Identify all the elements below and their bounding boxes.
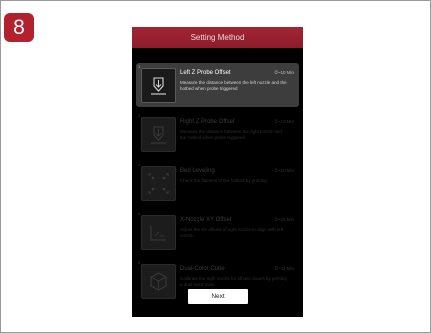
setting-method-list: 1 Left Z Probe Offset ⏱~10 Min Measure t… [132,63,303,308]
item-title: Bed Leveling [180,168,215,174]
item-duration: ⏱~15 Min [274,217,294,222]
item-number: 4 [138,211,141,216]
item-duration: ⏱~10 Min [274,168,294,173]
item-number: 1 [138,64,141,69]
item-duration: ⏱~11 Min [274,266,294,271]
item-title: Right Z Probe Offset [180,119,235,125]
probe-offset-icon [141,117,176,152]
item-duration: ⏱~10 Min [274,119,294,124]
item-description: Check the flatness of the hotbed by prob… [180,178,267,183]
screenshot-frame: 8 Setting Method 1 Left Z Probe Offset ⏱… [0,0,431,333]
item-duration: ⏱~10 Min [274,70,294,75]
cube-icon [141,264,176,299]
probe-offset-icon [141,68,176,103]
item-title: Left Z Probe Offset [180,70,231,76]
method-item-bed-leveling[interactable]: 3 Bed Leveling ⏱~10 Min Check the flatne… [136,161,299,205]
screen-title: Setting Method [190,33,245,42]
item-number: 3 [138,162,141,167]
method-item-left-z-probe-offset[interactable]: 1 Left Z Probe Offset ⏱~10 Min Measure t… [136,63,299,107]
item-description: Measure the distance between the left no… [180,80,287,91]
item-number: 2 [138,113,141,118]
screen-header: Setting Method [132,27,303,48]
item-title: X-Nozzle XY Offset [180,217,232,223]
item-title: Dual-Color Cube [180,266,225,272]
step-number-badge: 8 [4,13,34,42]
bed-leveling-icon [141,166,176,201]
xy-offset-icon [141,215,176,250]
item-description: Calibrate the right nozzle for offsets i… [180,276,287,287]
item-number: 5 [138,260,141,265]
device-screen: Setting Method 1 Left Z Probe Offset ⏱~1… [132,27,303,317]
method-item-right-z-probe-offset[interactable]: 2 Right Z Probe Offset ⏱~10 Min Measure … [136,112,299,156]
item-description: Measure the distance between the right n… [180,129,282,140]
method-item-x-nozzle-xy-offset[interactable]: 4 X-Nozzle XY Offset ⏱~15 Min Adjust the… [136,210,299,254]
next-button[interactable]: Next [188,289,248,304]
item-description: Adjust the XY offsets of right nozzle to… [180,227,284,238]
